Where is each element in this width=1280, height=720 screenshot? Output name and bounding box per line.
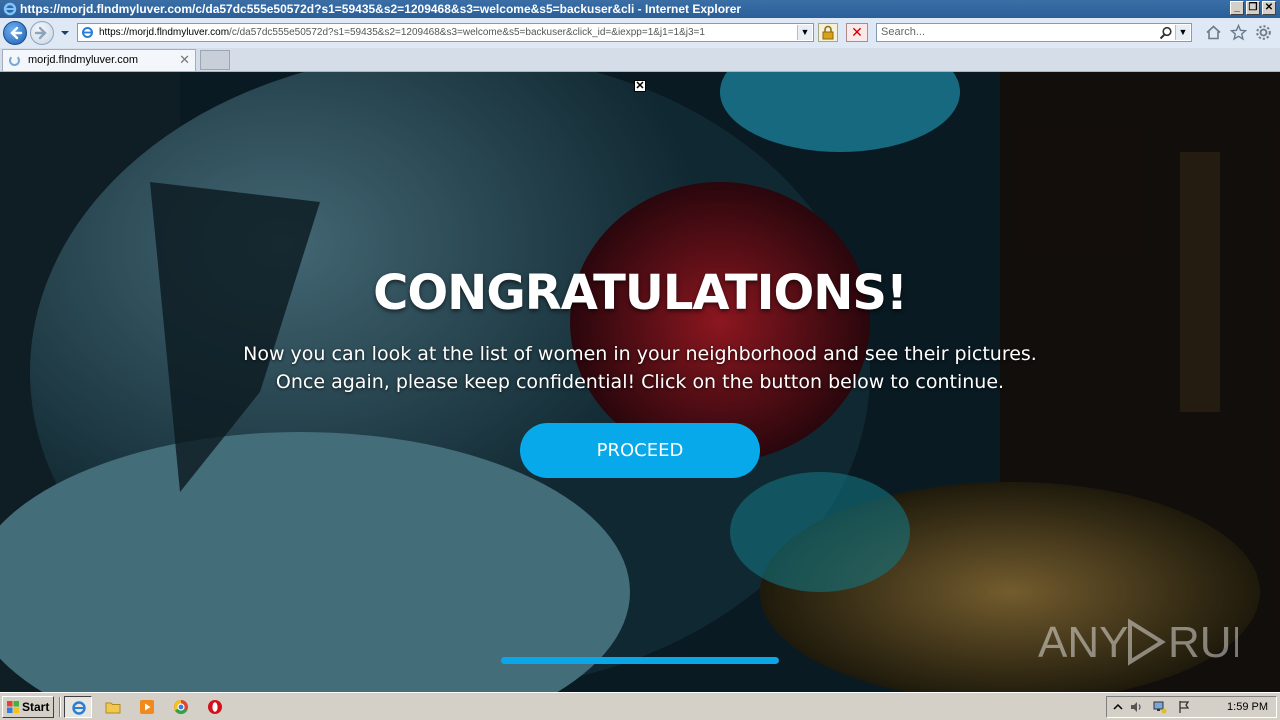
home-icon[interactable] (1205, 24, 1222, 41)
window-titlebar: https://morjd.flndmyluver.com/c/da57dc55… (0, 0, 1280, 18)
ie-logo-icon (3, 2, 17, 16)
taskbar-separator (59, 697, 61, 717)
network-icon[interactable] (1153, 700, 1167, 714)
stop-x-icon: ✕ (851, 24, 863, 40)
loading-spinner-icon (9, 55, 20, 66)
search-icon[interactable] (1159, 26, 1173, 40)
search-input[interactable]: Search... ▼ (876, 23, 1192, 42)
toolbar-icons (1205, 24, 1272, 41)
url-host: https://morjd.flndmyluver.com (99, 27, 230, 38)
start-button[interactable]: Start (2, 696, 54, 718)
progress-bar (501, 657, 779, 664)
action-center-flag-icon[interactable] (1177, 700, 1191, 714)
tray-expand-icon[interactable] (1111, 700, 1125, 714)
restore-button[interactable]: ❐ (1246, 1, 1260, 15)
back-button[interactable] (3, 21, 27, 45)
forward-button[interactable] (30, 21, 54, 45)
window-controls: _ ❐ ✕ (1230, 1, 1276, 15)
windows-flag-icon (7, 701, 19, 713)
proceed-button[interactable]: PROCEED (520, 423, 760, 478)
opera-icon (208, 700, 222, 714)
address-url: https://morjd.flndmyluver.com/c/da57dc55… (99, 24, 789, 41)
svg-text:RUN: RUN (1168, 618, 1238, 667)
lock-icon (822, 25, 834, 40)
internet-explorer-icon (72, 701, 86, 715)
back-arrow-icon (10, 26, 23, 40)
progress-fill (501, 657, 779, 664)
page-headline: CONGRATULATIONS! (373, 265, 908, 321)
chrome-icon (174, 700, 188, 714)
page-message: Now you can look at the list of women in… (243, 343, 1037, 393)
tab-close-icon[interactable]: ✕ (179, 50, 190, 70)
tab-active[interactable]: morjd.flndmyluver.com ✕ (2, 49, 196, 71)
page-viewport: ✕ CONGRATULATIONS! Now you can look at t… (0, 72, 1280, 692)
tab-bar: morjd.flndmyluver.com ✕ (0, 48, 1280, 72)
volume-icon[interactable] (1129, 700, 1143, 714)
search-placeholder: Search... (881, 26, 926, 38)
security-lock-button[interactable] (818, 23, 838, 42)
tab-label: morjd.flndmyluver.com (28, 54, 139, 66)
search-dropdown-button[interactable]: ▼ (1175, 25, 1190, 40)
recent-pages-dropdown-icon[interactable] (59, 26, 71, 40)
taskbar-media-player-button[interactable] (133, 696, 161, 718)
anyrun-watermark-logo: ANY RUN (1038, 618, 1238, 667)
favorites-star-icon[interactable] (1230, 24, 1247, 41)
settings-gear-icon[interactable] (1255, 24, 1272, 41)
stop-button[interactable]: ✕ (846, 23, 868, 42)
taskbar-explorer-button[interactable] (99, 696, 127, 718)
new-tab-button[interactable] (200, 50, 230, 70)
folder-icon (105, 702, 121, 714)
svg-text:ANY: ANY (1038, 618, 1128, 667)
window-title: https://morjd.flndmyluver.com/c/da57dc55… (20, 2, 742, 16)
taskbar: Start 1:59 PM (0, 692, 1280, 720)
taskbar-opera-button[interactable] (201, 696, 229, 718)
taskbar-chrome-button[interactable] (167, 696, 195, 718)
page-ie-icon (82, 27, 93, 38)
minimize-button[interactable]: _ (1230, 1, 1244, 15)
address-dropdown-button[interactable]: ▼ (797, 25, 812, 40)
system-tray: 1:59 PM (1106, 696, 1277, 718)
media-player-icon (140, 700, 154, 714)
start-label: Start (22, 700, 50, 714)
navigation-bar: https://morjd.flndmyluver.com/c/da57dc55… (0, 18, 1280, 49)
taskbar-clock[interactable]: 1:59 PM (1227, 697, 1268, 717)
close-window-button[interactable]: ✕ (1262, 1, 1276, 15)
taskbar-ie-button[interactable] (64, 696, 92, 718)
forward-arrow-icon (34, 26, 47, 40)
address-bar[interactable]: https://morjd.flndmyluver.com/c/da57dc55… (77, 23, 814, 42)
url-path: /c/da57dc555e50572d?s1=59435&s2=1209468&… (229, 27, 705, 38)
popup-close-button[interactable]: ✕ (634, 80, 646, 92)
